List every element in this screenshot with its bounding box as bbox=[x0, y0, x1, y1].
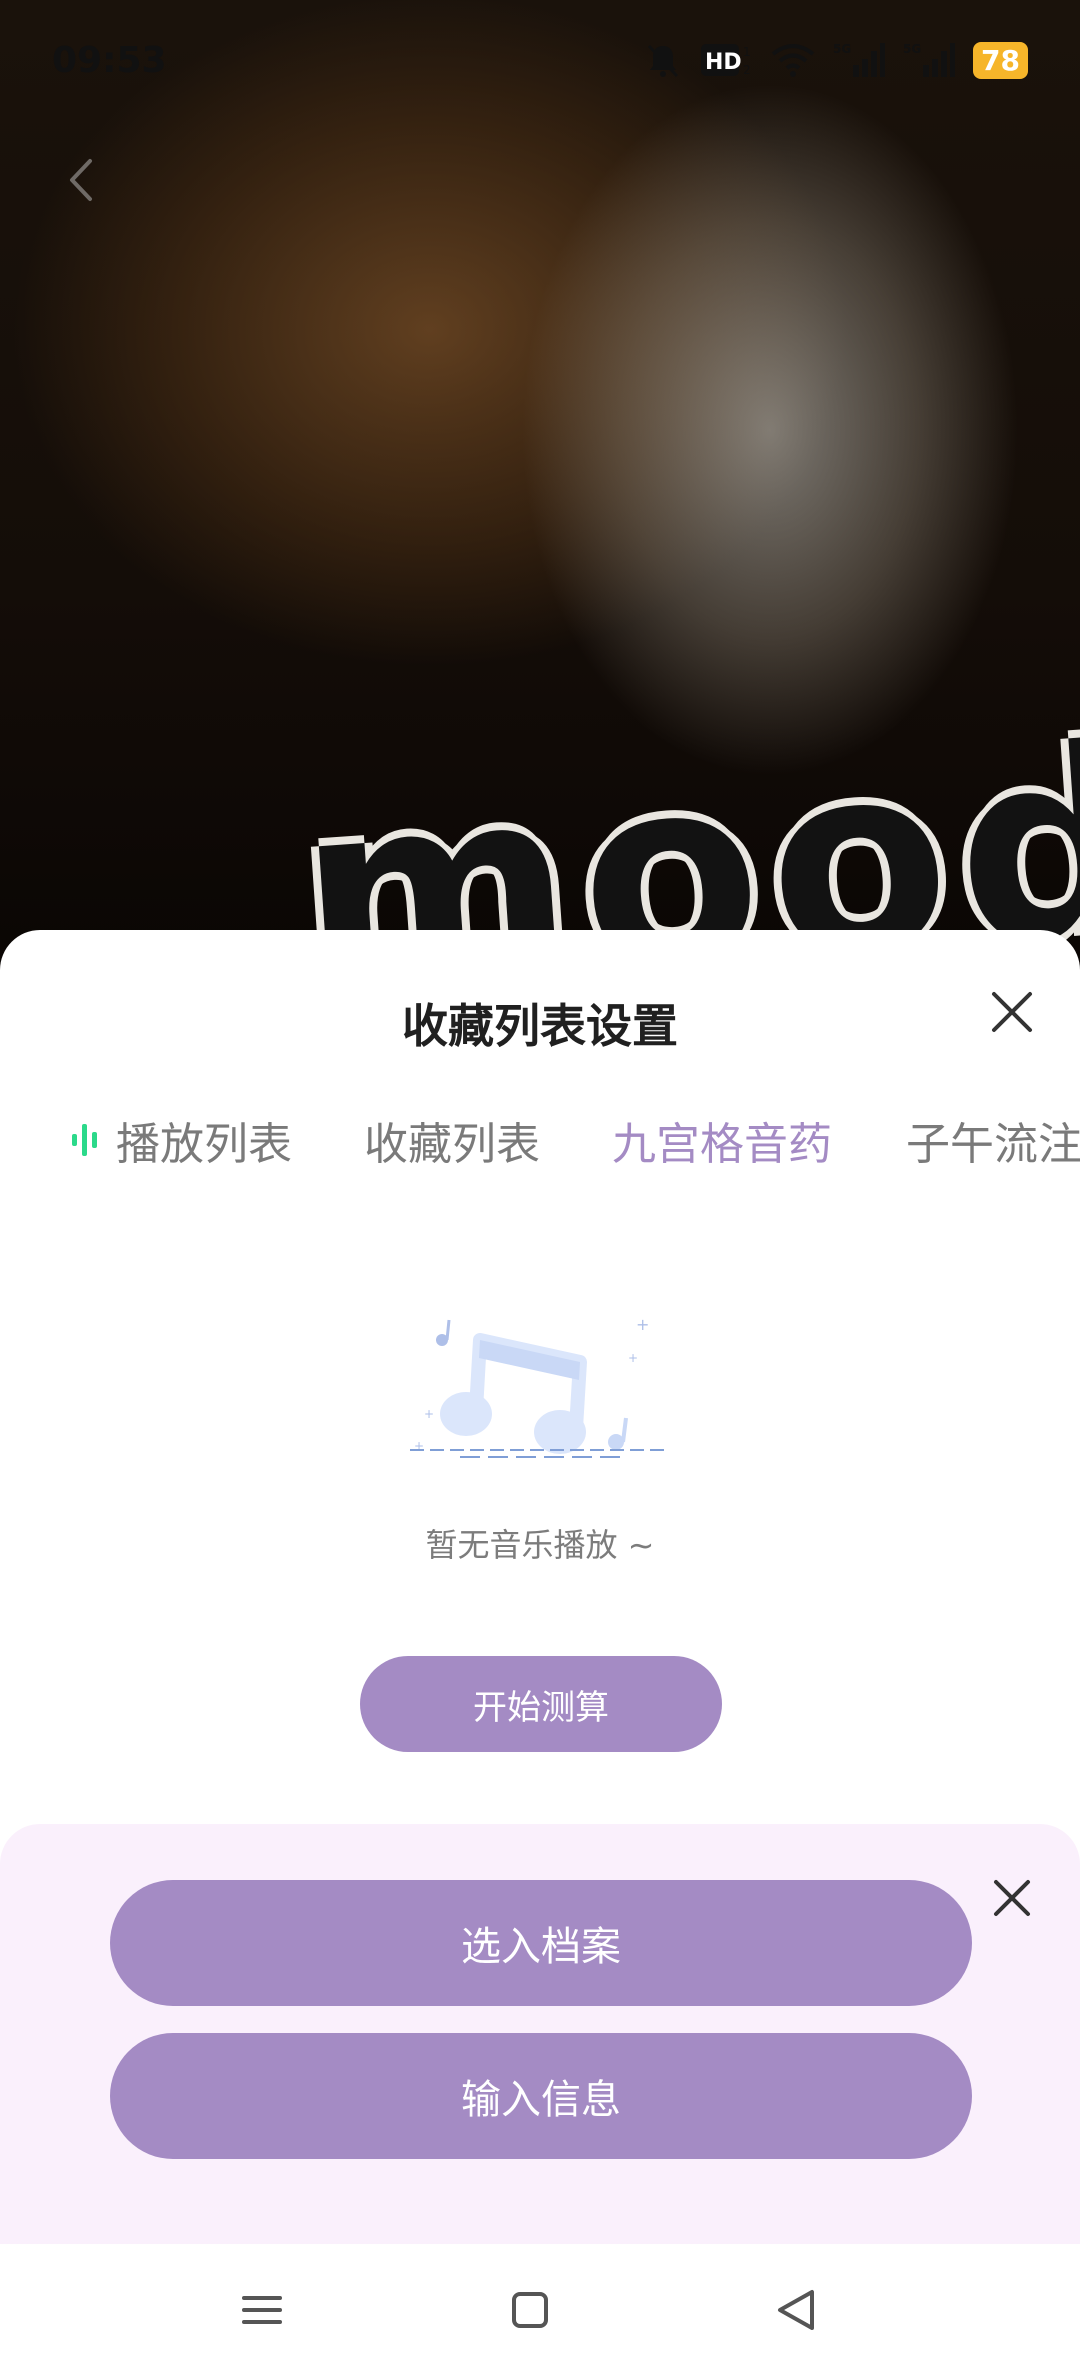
sheet-title: 收藏列表设置 bbox=[402, 999, 678, 1053]
wifi-icon bbox=[771, 44, 815, 77]
sheet-close-button[interactable] bbox=[980, 980, 1044, 1044]
menu-icon bbox=[242, 2296, 282, 2324]
svg-text:5G: 5G bbox=[903, 42, 921, 56]
tab-label: 九宫格音药 bbox=[612, 1119, 832, 1170]
svg-text:+: + bbox=[424, 1407, 434, 1421]
tab-meridian-flow[interactable]: 子午流注 bbox=[906, 1100, 1080, 1180]
battery-indicator: 78 bbox=[973, 41, 1028, 79]
profile-select-panel: 选入档案 输入信息 bbox=[0, 1824, 1080, 2244]
system-navigation-bar bbox=[0, 2244, 1080, 2376]
square-icon bbox=[512, 2292, 548, 2328]
playing-bars-icon bbox=[72, 1124, 97, 1156]
tab-label: 子午流注 bbox=[906, 1119, 1080, 1170]
empty-state-text: 暂无音乐播放 ~ bbox=[425, 1526, 655, 1564]
back-button[interactable] bbox=[50, 150, 110, 210]
empty-music-illustration: + + + + bbox=[410, 1315, 670, 1458]
hd-icon: HD 1 2 bbox=[701, 44, 751, 77]
signal-5g-icon: 5G bbox=[903, 42, 956, 77]
svg-text:5G: 5G bbox=[833, 42, 851, 56]
panel-close-button[interactable] bbox=[980, 1866, 1044, 1930]
status-icons: HD 1 2 5G 5G 78 bbox=[643, 40, 1028, 80]
nav-back-button[interactable] bbox=[766, 2280, 826, 2340]
select-archive-button[interactable]: 选入档案 bbox=[110, 1880, 972, 2006]
bell-muted-icon bbox=[647, 44, 679, 78]
tab-label: 收藏列表 bbox=[364, 1119, 540, 1170]
signal-5g-icon: 5G bbox=[833, 42, 886, 77]
svg-text:HD: HD bbox=[705, 50, 742, 75]
start-calculation-button[interactable]: 开始测算 bbox=[360, 1656, 722, 1752]
svg-text:+: + bbox=[628, 1351, 638, 1365]
nav-home-button[interactable] bbox=[500, 2280, 560, 2340]
close-icon bbox=[992, 992, 1032, 1032]
triangle-back-icon bbox=[778, 2290, 814, 2330]
tab-favorites-list[interactable]: 收藏列表 bbox=[364, 1100, 540, 1180]
svg-text:1: 1 bbox=[743, 45, 751, 59]
tab-nine-grid-music[interactable]: 九宫格音药 bbox=[612, 1100, 832, 1180]
svg-text:+: + bbox=[636, 1315, 649, 1334]
status-time: 09:53 bbox=[52, 39, 167, 81]
status-bar: 09:53 HD 1 2 5G 5G 78 bbox=[0, 0, 1080, 120]
tab-label: 播放列表 bbox=[116, 1119, 292, 1170]
nav-recent-apps-button[interactable] bbox=[232, 2280, 292, 2340]
blurred-background-image: mood bbox=[0, 0, 1080, 980]
chevron-left-icon bbox=[70, 159, 92, 201]
input-info-button[interactable]: 输入信息 bbox=[110, 2033, 972, 2159]
tab-play-list[interactable]: 播放列表 bbox=[68, 1100, 292, 1180]
svg-text:2: 2 bbox=[743, 63, 751, 77]
category-tabs: 播放列表 收藏列表 九宫格音药 子午流注 bbox=[0, 1100, 1080, 1180]
close-icon bbox=[994, 1880, 1030, 1916]
